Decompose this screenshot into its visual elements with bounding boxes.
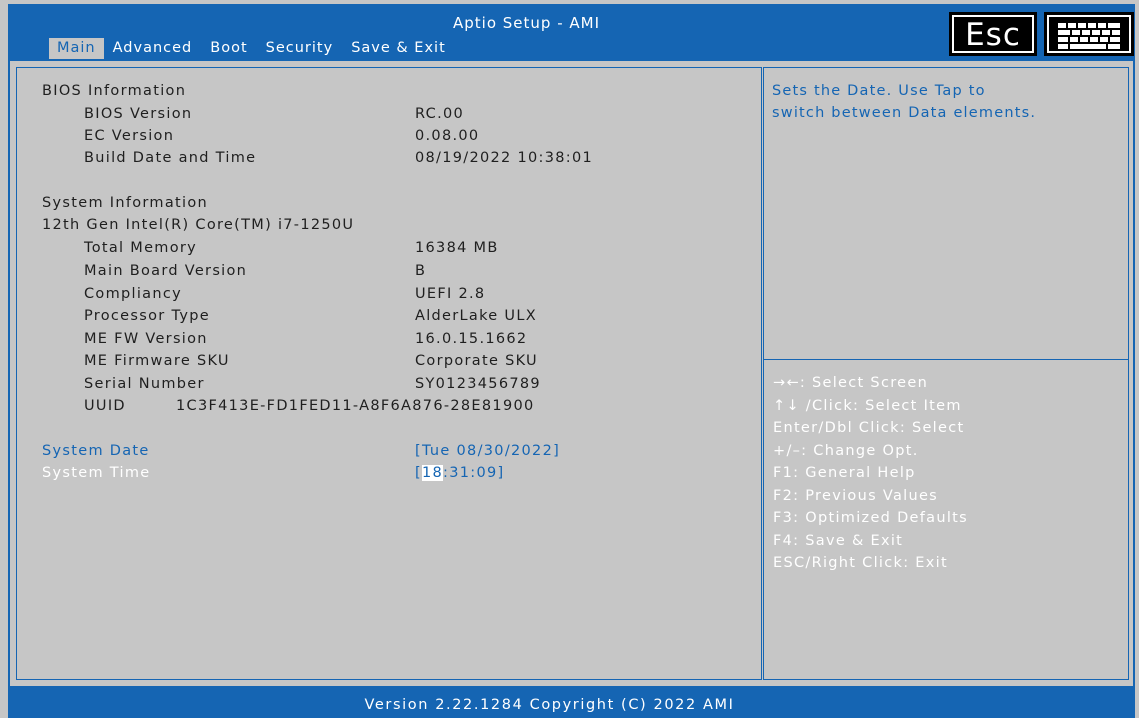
time-bracket-open: [ (415, 465, 422, 481)
key-select-screen: →←: Select Screen (773, 375, 929, 391)
board-version-value: B (415, 263, 427, 279)
key-change-opt: +/–: Change Opt. (773, 443, 919, 459)
bios-screen: Aptio Setup - AMI Main Advanced Boot Sec… (0, 0, 1139, 718)
help-description: Sets the Date. Use Tap to switch between… (772, 80, 1112, 124)
key-optimized-defaults: F3: Optimized Defaults (773, 510, 969, 526)
board-version-label: Main Board Version (84, 263, 248, 279)
app-title: Aptio Setup - AMI (452, 14, 600, 32)
cpu-name: 12th Gen Intel(R) Core(TM) i7-1250U (42, 217, 355, 233)
system-date-label[interactable]: System Date (42, 441, 150, 461)
total-memory-label: Total Memory (84, 240, 198, 256)
bios-version-label: BIOS Version (84, 106, 193, 122)
me-fw-version-label: ME FW Version (84, 331, 208, 347)
tab-bar: Main Advanced Boot Security Save & Exit (49, 38, 455, 59)
footer-bar: Version 2.22.1284 Copyright (C) 2022 AMI (8, 688, 1135, 718)
key-exit: ESC/Right Click: Exit (773, 555, 948, 571)
tab-security[interactable]: Security (257, 38, 343, 59)
system-date-value[interactable]: [Tue 08/30/2022] (415, 441, 560, 461)
help-line: Sets the Date. Use Tap to (772, 83, 986, 99)
ec-version-label: EC Version (84, 128, 175, 144)
tab-save-exit[interactable]: Save & Exit (342, 38, 455, 59)
compliancy-value: UEFI 2.8 (415, 286, 486, 302)
tab-main[interactable]: Main (49, 38, 104, 59)
ec-version-value: 0.08.00 (415, 128, 480, 144)
version-text: Version 2.22.1284 Copyright (C) 2022 AMI (364, 697, 735, 713)
bios-info-heading: BIOS Information (42, 83, 187, 99)
serial-number-value: SY0123456789 (415, 376, 541, 392)
time-rest: :31:09] (443, 465, 505, 481)
serial-number-label: Serial Number (84, 376, 205, 392)
key-general-help: F1: General Help (773, 465, 916, 481)
key-select: Enter/Dbl Click: Select (773, 420, 965, 436)
help-divider (763, 359, 1129, 360)
key-save-exit: F4: Save & Exit (773, 533, 904, 549)
uuid-value: 1C3F413E-FD1FED11-A8F6A876-28E81900 (176, 398, 535, 414)
total-memory-value: 16384 MB (415, 240, 499, 256)
header-bar: Aptio Setup - AMI Main Advanced Boot Sec… (8, 4, 1135, 59)
help-line: switch between Data elements. (772, 105, 1037, 121)
me-fw-version-value: 16.0.15.1662 (415, 331, 528, 347)
tab-advanced[interactable]: Advanced (104, 38, 202, 59)
key-select-item: ↑↓ /Click: Select Item (773, 398, 962, 414)
build-date-value: 08/19/2022 10:38:01 (415, 150, 594, 166)
bios-version-value: RC.00 (415, 106, 465, 122)
esc-button-label: Esc (965, 17, 1021, 53)
system-time-label[interactable]: System Time (42, 463, 150, 483)
processor-type-value: AlderLake ULX (415, 308, 537, 324)
esc-button[interactable]: Esc (949, 12, 1037, 56)
me-firmware-sku-value: Corporate SKU (415, 353, 538, 369)
keyboard-icon-graphic (1058, 23, 1120, 49)
system-time-value[interactable]: [18:31:09] (415, 463, 504, 483)
compliancy-label: Compliancy (84, 286, 183, 302)
key-previous-values: F2: Previous Values (773, 488, 939, 504)
uuid-label: UUID (84, 398, 126, 414)
tab-boot[interactable]: Boot (201, 38, 256, 59)
system-info-heading: System Information (42, 195, 209, 211)
processor-type-label: Processor Type (84, 308, 210, 324)
keyboard-icon[interactable] (1044, 12, 1134, 56)
me-firmware-sku-label: ME Firmware SKU (84, 353, 230, 369)
time-hour-cursor[interactable]: 18 (421, 465, 444, 481)
build-date-label: Build Date and Time (84, 150, 257, 166)
